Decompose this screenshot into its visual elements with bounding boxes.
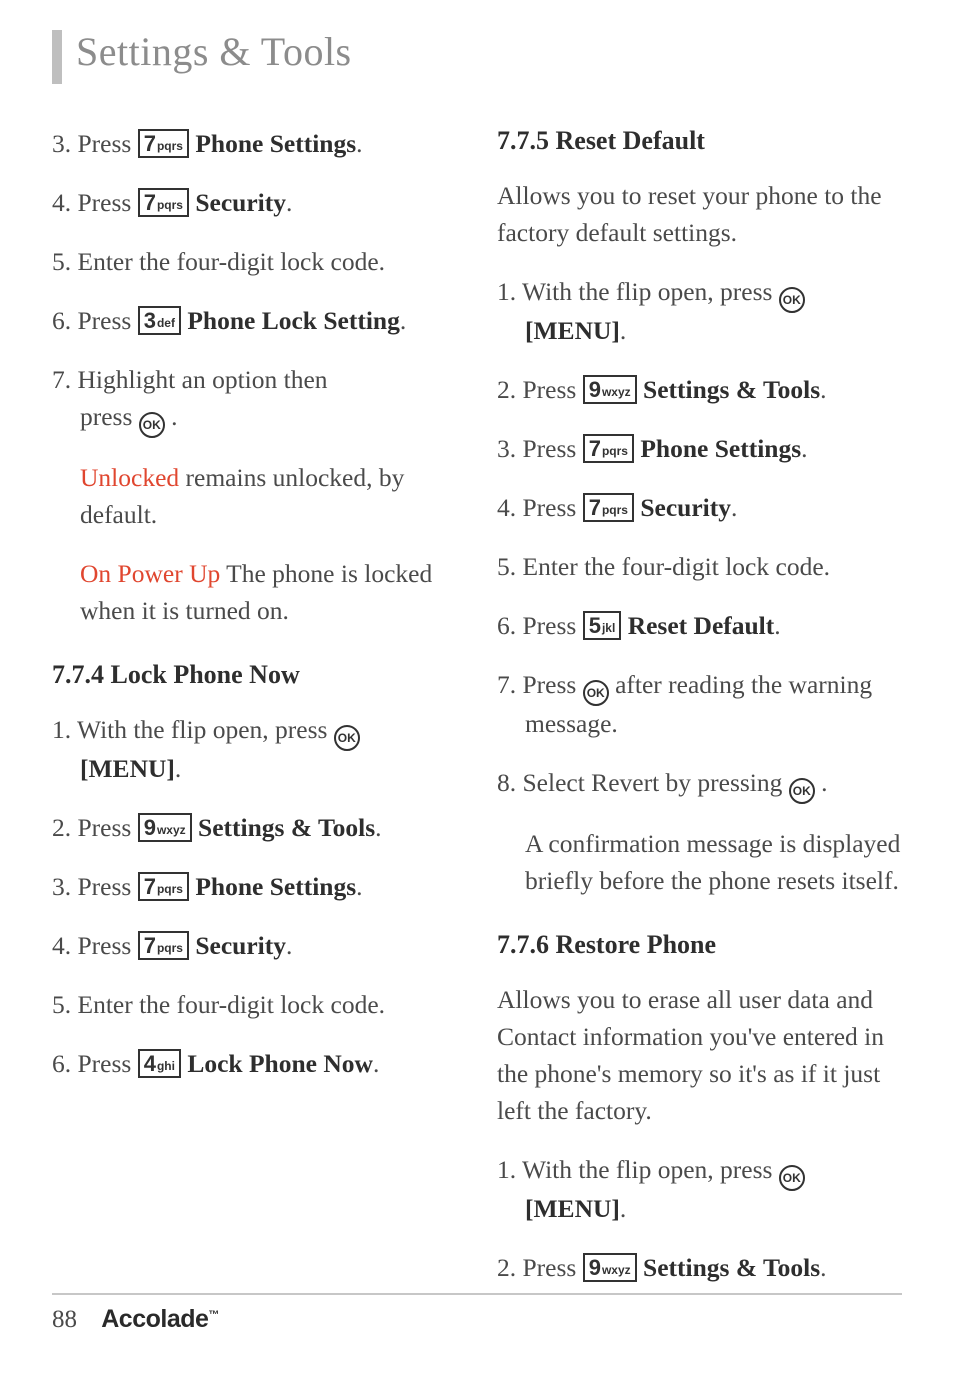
option-on-power-up: On Power Up The phone is locked when it … bbox=[80, 556, 457, 630]
step-6-phone-lock-setting: 6. Press 3def Phone Lock Setting. bbox=[52, 303, 457, 340]
ok-icon: OK bbox=[789, 778, 815, 804]
key-3-icon: 3def bbox=[138, 306, 181, 335]
step-4-security: 4. Press 7pqrs Security. bbox=[52, 185, 457, 222]
heading-774-lock-phone-now: 7.7.4 Lock Phone Now bbox=[52, 660, 457, 690]
ok-icon: OK bbox=[779, 287, 805, 313]
step-3-phone-settings: 3. Press 7pqrs Phone Settings. bbox=[52, 126, 457, 163]
lpn-step-4: 4. Press 7pqrs Security. bbox=[52, 928, 457, 965]
key-7-icon: 7pqrs bbox=[583, 493, 634, 522]
key-7-icon: 7pqrs bbox=[138, 872, 189, 901]
key-7-icon: 7pqrs bbox=[138, 188, 189, 217]
key-4-icon: 4ghi bbox=[138, 1049, 181, 1078]
brand-logo: Accolade bbox=[101, 1305, 219, 1333]
page-number: 88 bbox=[52, 1306, 77, 1333]
key-9-icon: 9wxyz bbox=[583, 375, 637, 404]
key-7-icon: 7pqrs bbox=[138, 129, 189, 158]
rd-step-2: 2. Press 9wxyz Settings & Tools. bbox=[497, 372, 902, 409]
rp-step-1: 1. With the flip open, press OK [MENU]. bbox=[497, 1152, 902, 1228]
rd-step-7: 7. Press OK after reading the warning me… bbox=[497, 667, 902, 743]
ok-icon: OK bbox=[583, 680, 609, 706]
heading-776-restore-phone: 7.7.6 Restore Phone bbox=[497, 930, 902, 960]
lpn-step-5: 5. Enter the four-digit lock code. bbox=[52, 987, 457, 1024]
page-header: Settings & Tools bbox=[52, 28, 902, 84]
page-title: Settings & Tools bbox=[76, 28, 352, 75]
lpn-step-6: 6. Press 4ghi Lock Phone Now. bbox=[52, 1046, 457, 1083]
key-9-icon: 9wxyz bbox=[138, 813, 192, 842]
rd-step-8: 8. Select Revert by pressing OK . bbox=[497, 765, 902, 804]
lpn-step-3: 3. Press 7pqrs Phone Settings. bbox=[52, 869, 457, 906]
lpn-step-1: 1. With the flip open, press OK [MENU]. bbox=[52, 712, 457, 788]
left-column: 3. Press 7pqrs Phone Settings. 4. Press … bbox=[52, 126, 457, 1308]
rd-step-3: 3. Press 7pqrs Phone Settings. bbox=[497, 431, 902, 468]
page-footer: 88 Accolade bbox=[52, 1293, 902, 1334]
rd-step-5: 5. Enter the four-digit lock code. bbox=[497, 549, 902, 586]
reset-default-desc: Allows you to reset your phone to the fa… bbox=[497, 178, 902, 252]
ok-icon: OK bbox=[779, 1165, 805, 1191]
step-7-highlight-option: 7. Highlight an option then press OK . bbox=[52, 362, 457, 438]
ok-icon: OK bbox=[139, 412, 165, 438]
rd-step-4: 4. Press 7pqrs Security. bbox=[497, 490, 902, 527]
key-7-icon: 7pqrs bbox=[583, 434, 634, 463]
rd-step-1: 1. With the flip open, press OK [MENU]. bbox=[497, 274, 902, 350]
key-7-icon: 7pqrs bbox=[138, 931, 189, 960]
lpn-step-2: 2. Press 9wxyz Settings & Tools. bbox=[52, 810, 457, 847]
ok-icon: OK bbox=[334, 725, 360, 751]
step-5-enter-code: 5. Enter the four-digit lock code. bbox=[52, 244, 457, 281]
title-accent-bar bbox=[52, 30, 62, 84]
heading-775-reset-default: 7.7.5 Reset Default bbox=[497, 126, 902, 156]
option-unlocked: Unlocked remains unlocked, by default. bbox=[80, 460, 457, 534]
key-9-icon: 9wxyz bbox=[583, 1253, 637, 1282]
rd-step-6: 6. Press 5jkl Reset Default. bbox=[497, 608, 902, 645]
right-column: 7.7.5 Reset Default Allows you to reset … bbox=[497, 126, 902, 1308]
restore-phone-desc: Allows you to erase all user data and Co… bbox=[497, 982, 902, 1130]
rp-step-2: 2. Press 9wxyz Settings & Tools. bbox=[497, 1250, 902, 1287]
key-5-icon: 5jkl bbox=[583, 611, 622, 640]
reset-default-note: A confirmation message is displayed brie… bbox=[525, 826, 902, 900]
